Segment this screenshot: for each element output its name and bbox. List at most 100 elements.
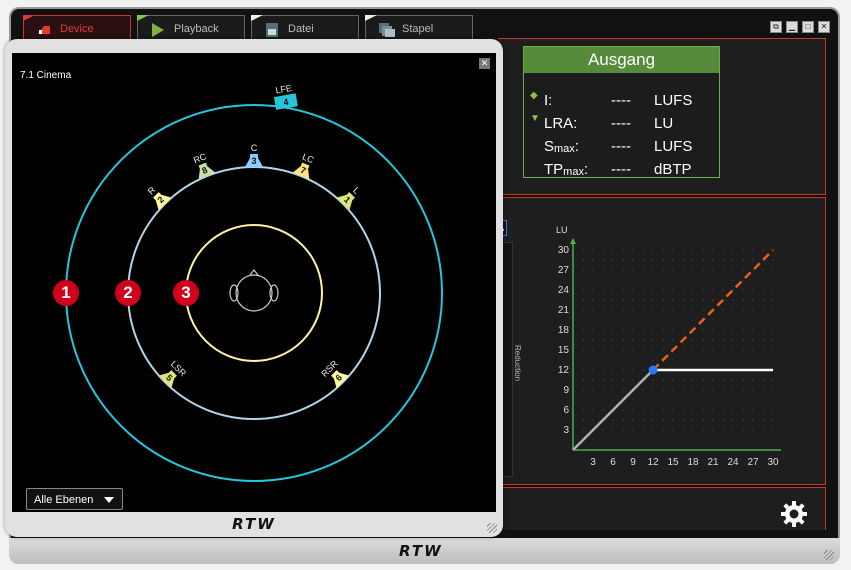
- grid-dot: [602, 379, 604, 381]
- tab-label: Datei: [288, 23, 314, 35]
- grid-dot: [682, 359, 684, 361]
- grid-dot: [692, 249, 694, 251]
- grid-dot: [672, 259, 674, 261]
- resize-grip[interactable]: [824, 550, 834, 560]
- grid-dot: [612, 439, 614, 441]
- grid-dot: [602, 359, 604, 361]
- grid-dot: [702, 359, 704, 361]
- x-tick-label: 15: [667, 457, 679, 468]
- grid-dot: [662, 379, 664, 381]
- grid-dot: [702, 389, 704, 391]
- y-tick-label: 3: [563, 425, 569, 436]
- gear-icon[interactable]: [780, 500, 808, 528]
- grid-dot: [702, 339, 704, 341]
- x-tick-label: 27: [747, 457, 759, 468]
- grid-dot: [592, 269, 594, 271]
- minimize-icon[interactable]: ▁: [786, 21, 798, 33]
- y-tick-label: 27: [558, 265, 570, 276]
- grid-dot: [712, 269, 714, 271]
- ring-number-badge: 3: [173, 280, 199, 306]
- grid-dot: [592, 369, 594, 371]
- y-tick-label: 6: [563, 405, 569, 416]
- x-tick-label: 24: [727, 457, 739, 468]
- grid-dot: [622, 329, 624, 331]
- grid-dot: [662, 319, 664, 321]
- grid-dot: [652, 319, 654, 321]
- grid-dot: [622, 409, 624, 411]
- ausgang-box: Ausgang ◆ I: ---- LUFS ▼ LRA: ---- LU Sm…: [523, 46, 720, 178]
- grid-dot: [732, 279, 734, 281]
- grid-dot: [632, 309, 634, 311]
- grid-dot: [722, 259, 724, 261]
- pin-icon: ▼: [530, 113, 540, 124]
- grid-dot: [752, 269, 754, 271]
- close-icon[interactable]: ✕: [818, 21, 830, 33]
- grid-dot: [632, 429, 634, 431]
- grid-dot: [722, 359, 724, 361]
- grid-dot: [672, 269, 674, 271]
- grid-dot: [722, 249, 724, 251]
- grid-dot: [712, 259, 714, 261]
- grid-dot: [652, 339, 654, 341]
- grid-dot: [592, 249, 594, 251]
- grid-dot: [592, 349, 594, 351]
- speaker-lfe[interactable]: LFE 4: [271, 82, 300, 118]
- ring-inner: [185, 224, 323, 362]
- main-footer: RTW: [9, 538, 840, 564]
- grid-dot: [722, 429, 724, 431]
- grid-dot: [642, 429, 644, 431]
- grid-dot: [742, 409, 744, 411]
- speaker-c[interactable]: C3: [242, 143, 266, 175]
- grid-dot: [592, 339, 594, 341]
- grid-dot: [762, 309, 764, 311]
- grid-dot: [582, 259, 584, 261]
- grid-dot: [732, 319, 734, 321]
- grid-dot: [762, 419, 764, 421]
- grid-dot: [662, 409, 664, 411]
- grid-dot: [712, 389, 714, 391]
- grid-dot: [632, 269, 634, 271]
- layer-select[interactable]: Alle Ebenen: [26, 488, 123, 510]
- grid-dot: [642, 269, 644, 271]
- grid-dot: [652, 279, 654, 281]
- grid-dot: [592, 399, 594, 401]
- grid-dot: [682, 249, 684, 251]
- grid-dot: [712, 279, 714, 281]
- row-value: ----: [611, 161, 631, 178]
- grid-dot: [632, 419, 634, 421]
- ring-number-badge: 1: [53, 280, 79, 306]
- grid-dot: [642, 319, 644, 321]
- grid-dot: [632, 409, 634, 411]
- grid-dot: [762, 349, 764, 351]
- grid-dot: [732, 389, 734, 391]
- grid-dot: [622, 359, 624, 361]
- grid-dot: [742, 379, 744, 381]
- grid-dot: [592, 389, 594, 391]
- grid-dot: [772, 269, 774, 271]
- grid-dot: [742, 309, 744, 311]
- grid-dot: [702, 299, 704, 301]
- row-unit: LUFS: [654, 92, 693, 109]
- restore-icon[interactable]: ⧉: [770, 21, 782, 33]
- grid-dot: [672, 249, 674, 251]
- maximize-icon[interactable]: □: [802, 21, 814, 33]
- grid-dot: [682, 439, 684, 441]
- grid-dot: [662, 439, 664, 441]
- grid-dot: [702, 409, 704, 411]
- grid-dot: [672, 289, 674, 291]
- speaker-rings: [65, 104, 443, 482]
- grid-dot: [622, 309, 624, 311]
- grid-dot: [642, 369, 644, 371]
- grid-dot: [602, 339, 604, 341]
- grid-dot: [682, 309, 684, 311]
- y-axis-arrow: [570, 238, 576, 244]
- grid-dot: [602, 439, 604, 441]
- grid-dot: [692, 399, 694, 401]
- chevron-down-icon: [104, 497, 114, 503]
- grid-dot: [592, 299, 594, 301]
- grid-dot: [662, 259, 664, 261]
- dialog-resize-grip[interactable]: [487, 523, 497, 533]
- grid-dot: [732, 429, 734, 431]
- grid-dot: [612, 379, 614, 381]
- grid-dot: [662, 419, 664, 421]
